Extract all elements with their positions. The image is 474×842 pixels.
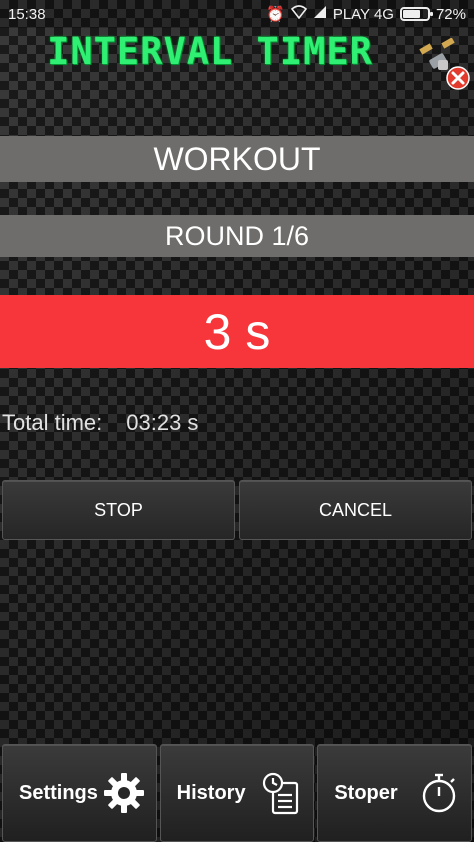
signal-icon [313, 5, 327, 23]
bottom-nav: Settings History Stoper [0, 744, 474, 842]
satellite-close-icon[interactable] [416, 37, 470, 92]
total-time: Total time: 03:23 s [2, 410, 198, 436]
phase-banner: WORKOUT [0, 136, 474, 182]
stoper-button[interactable]: Stoper [317, 744, 473, 842]
history-label: History [176, 781, 246, 804]
status-right: ⏰ PLAY 4G 72% [266, 5, 466, 23]
round-banner: ROUND 1/6 [0, 215, 474, 257]
history-button[interactable]: History [159, 744, 315, 842]
stopwatch-icon [417, 771, 461, 815]
stoper-label: Stoper [334, 781, 398, 804]
action-buttons: STOP CANCEL [0, 480, 474, 540]
total-time-label: Total time: [2, 410, 103, 435]
total-time-value: 03:23 s [126, 410, 199, 435]
settings-label: Settings [19, 781, 98, 804]
countdown-value: 3 s [203, 303, 271, 360]
battery-fill [402, 10, 420, 18]
round-label: ROUND 1/6 [164, 220, 310, 251]
alarm-icon: ⏰ [266, 6, 285, 23]
wifi-icon [290, 5, 307, 23]
gear-icon [102, 771, 146, 815]
cancel-button[interactable]: CANCEL [239, 480, 472, 540]
status-time: 15:38 [8, 5, 46, 23]
battery-percent: 72% [435, 5, 466, 23]
phase-label: WORKOUT [153, 140, 321, 177]
settings-button[interactable]: Settings [2, 744, 157, 842]
countdown-display: 3 s [0, 295, 474, 368]
carrier-label: PLAY 4G [332, 5, 394, 23]
battery-icon [399, 7, 433, 21]
status-bar: 15:38 ⏰ PLAY 4G 72% [0, 0, 474, 28]
history-clock-icon [259, 771, 303, 815]
app-title: INTERVAL TIMER [47, 30, 373, 73]
stop-button[interactable]: STOP [2, 480, 235, 540]
